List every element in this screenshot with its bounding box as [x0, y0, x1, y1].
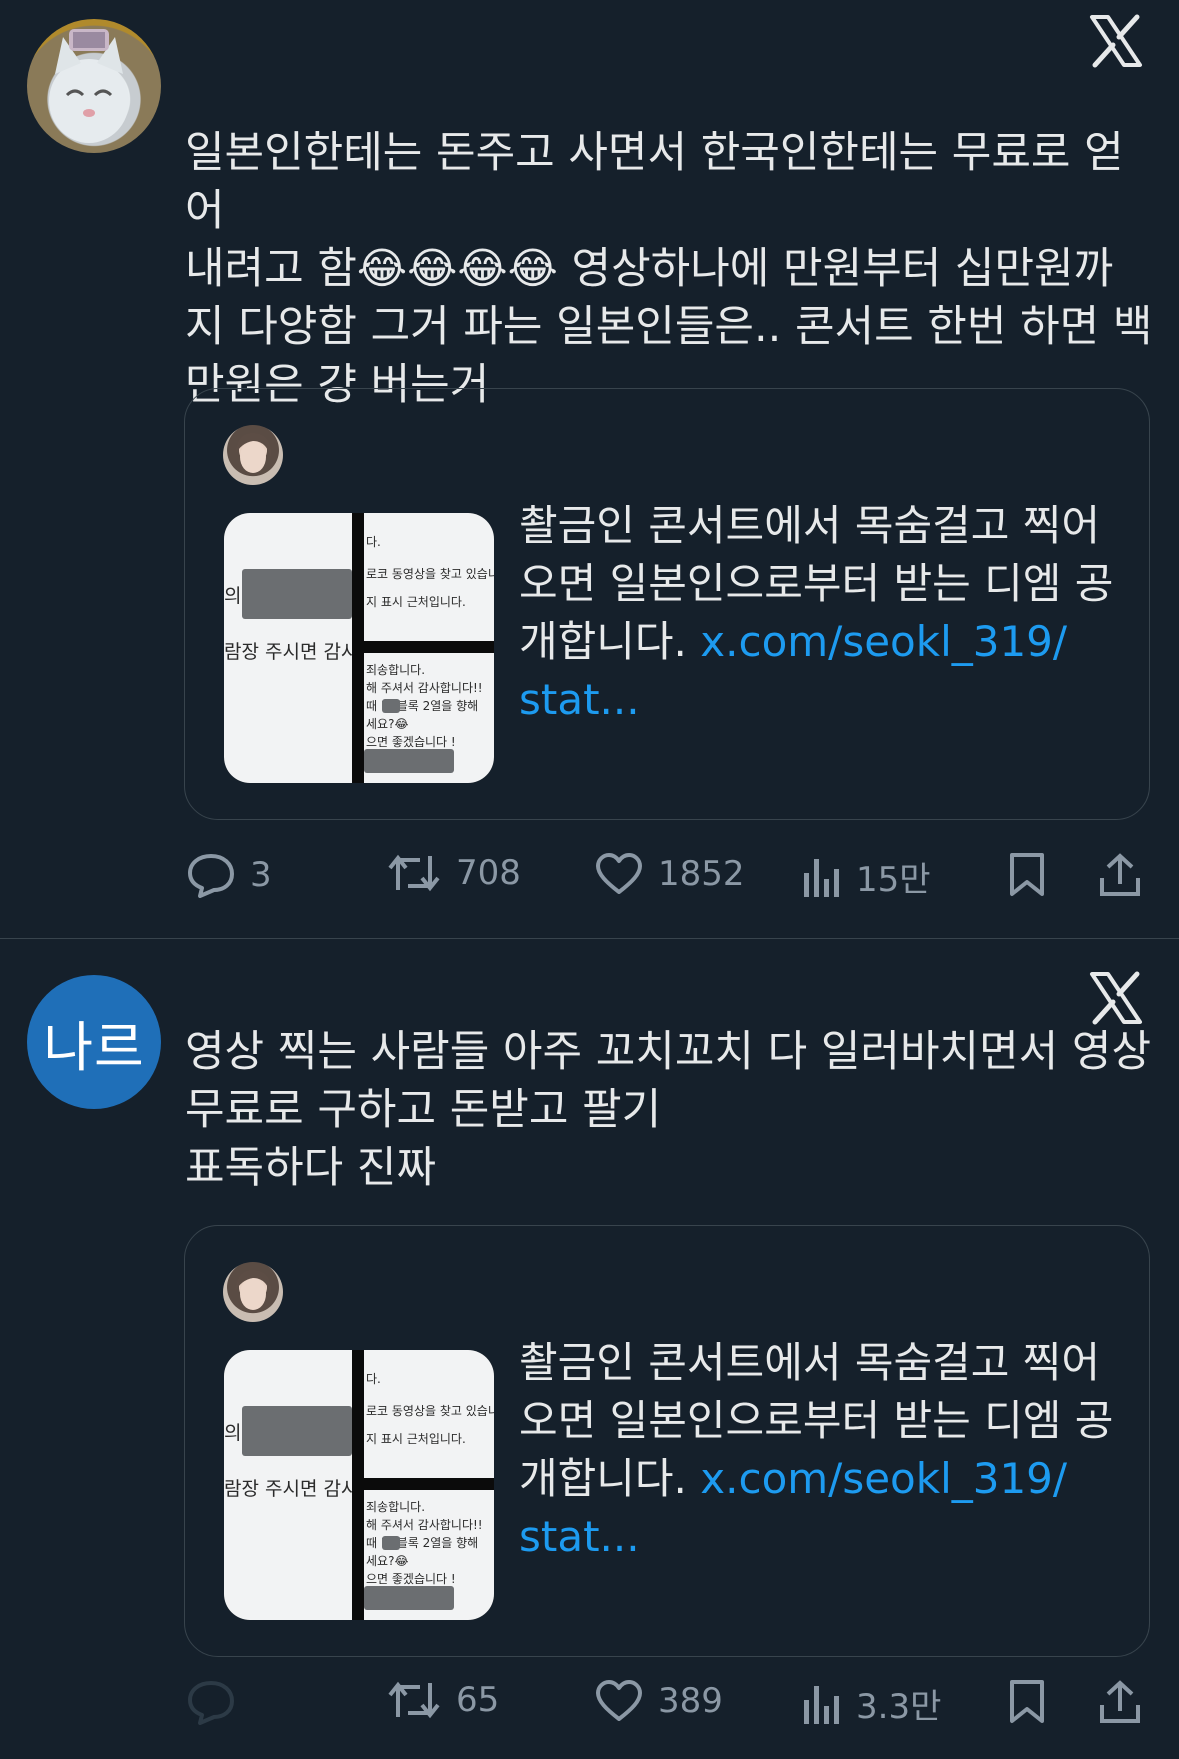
- quoted-tweet[interactable]: 의 람장 주시면 감사 다. 로코 동영상을 찾고 있습니다 지 표시 근처입니…: [184, 1225, 1150, 1657]
- quoted-media-thumbnail[interactable]: 의 람장 주시면 감사 다. 로코 동영상을 찾고 있습니다 지 표시 근처입니…: [224, 1350, 494, 1620]
- views-button[interactable]: 15만: [802, 852, 931, 901]
- avatar-initials: 나르: [43, 1015, 145, 1079]
- reply-icon: [188, 1681, 234, 1725]
- quoted-text: 촬금인 콘서트에서 목숨걸고 찍어 오면 일본인으로부터 받는 디엠 공 개합니…: [519, 1334, 1119, 1566]
- thumb-text: 로코 동영상을 찾고 있습니다: [366, 567, 494, 581]
- retweet-count: 65: [456, 1680, 500, 1720]
- quoted-author-avatar[interactable]: [223, 425, 283, 485]
- share-button[interactable]: [1098, 1679, 1142, 1725]
- retweet-icon: [388, 1681, 440, 1719]
- retweet-count: 708: [456, 853, 521, 893]
- reply-icon: [188, 854, 234, 898]
- thumb-text: 의: [224, 585, 242, 607]
- thumb-text: 죄송합니다.: [366, 663, 426, 677]
- thumb-text: 지 표시 근처입니다.: [366, 1432, 466, 1446]
- heart-icon: [596, 853, 642, 894]
- reply-count: 3: [250, 855, 272, 895]
- quoted-text: 촬금인 콘서트에서 목숨걸고 찍어 오면 일본인으로부터 받는 디엠 공 개합니…: [519, 497, 1119, 729]
- bookmark-button[interactable]: [1008, 852, 1046, 898]
- x-logo-icon[interactable]: [1089, 14, 1143, 68]
- retweet-button[interactable]: 708: [386, 852, 521, 894]
- bookmark-icon: [1010, 853, 1044, 896]
- thumb-text: 죄송합니다.: [366, 1500, 426, 1514]
- thumb-text: 다.: [366, 1372, 381, 1386]
- share-button[interactable]: [1098, 852, 1142, 898]
- thumb-text: 으면 좋겠습니다 !: [366, 735, 456, 749]
- thumb-text: 의: [224, 1422, 242, 1444]
- views-button[interactable]: 3.3만: [802, 1679, 941, 1728]
- thumb-text: 해 주셔서 감사합니다!!: [366, 681, 483, 695]
- retweet-button[interactable]: 65: [386, 1679, 499, 1721]
- tweet-text: 일본인한테는 돈주고 사면서 한국인한테는 무료로 얻어 내려고 함😂😂😂😂 영…: [185, 128, 1153, 410]
- views-chart-icon: [804, 1685, 839, 1724]
- person-avatar-icon: [235, 432, 272, 473]
- like-button[interactable]: 1852: [594, 852, 745, 896]
- like-count: 389: [658, 1681, 723, 1721]
- thumb-text: 로코 동영상을 찾고 있습니다: [366, 1404, 494, 1418]
- bookmark-button[interactable]: [1008, 1679, 1046, 1725]
- like-count: 1852: [658, 854, 745, 894]
- share-icon: [1100, 853, 1140, 896]
- retweet-icon: [388, 854, 440, 892]
- quoted-tweet[interactable]: 의 람장 주시면 감사 다. 로코 동영상을 찾고 있습니다 지 표시 근처입니…: [184, 388, 1150, 820]
- avatar[interactable]: 나르: [27, 975, 161, 1109]
- views-count: 15만: [856, 860, 931, 900]
- thumb-text: 해 주셔서 감사합니다!!: [366, 1518, 483, 1532]
- tweet[interactable]: 나르 영상 찍는 사람들 아주 꼬치꼬치 다 일러바치면서 영상 무료로 구하고…: [0, 939, 1179, 1759]
- thumb-text: 으면 좋겠습니다 !: [366, 1572, 456, 1586]
- thumb-text: 세요?😂: [366, 717, 409, 731]
- share-icon: [1100, 1680, 1140, 1723]
- tweet-text: 영상 찍는 사람들 아주 꼬치꼬치 다 일러바치면서 영상 무료로 구하고 돈받…: [185, 1027, 1151, 1193]
- x-logo-icon[interactable]: [1089, 971, 1143, 1025]
- thumb-text: 람장 주시면 감사: [224, 1478, 352, 1500]
- heart-icon: [596, 1680, 642, 1721]
- bookmark-icon: [1010, 1680, 1044, 1723]
- tweet-actions: 65 389 3.3만: [0, 1679, 1179, 1739]
- quoted-media-thumbnail[interactable]: 의 람장 주시면 감사 다. 로코 동영상을 찾고 있습니다 지 표시 근처입니…: [224, 513, 494, 783]
- views-chart-icon: [804, 858, 839, 897]
- reply-button[interactable]: 3: [186, 852, 272, 898]
- views-count: 3.3만: [856, 1687, 942, 1727]
- thumb-text: 세요?😂: [366, 1554, 409, 1568]
- reply-button[interactable]: [186, 1679, 250, 1725]
- thumb-text: 다.: [366, 535, 381, 549]
- like-button[interactable]: 389: [594, 1679, 723, 1723]
- quoted-author-avatar[interactable]: [223, 1262, 283, 1322]
- cat-avatar-icon: [49, 29, 129, 143]
- tweet-actions: 3 708 1852 15만: [0, 842, 1179, 902]
- tweet[interactable]: 일본인한테는 돈주고 사면서 한국인한테는 무료로 얻어 내려고 함😂😂😂😂 영…: [0, 0, 1179, 938]
- avatar[interactable]: [27, 19, 161, 153]
- thumb-text: 람장 주시면 감사: [224, 641, 352, 663]
- thumb-text: 지 표시 근처입니다.: [366, 595, 466, 609]
- person-avatar-icon: [235, 1269, 272, 1310]
